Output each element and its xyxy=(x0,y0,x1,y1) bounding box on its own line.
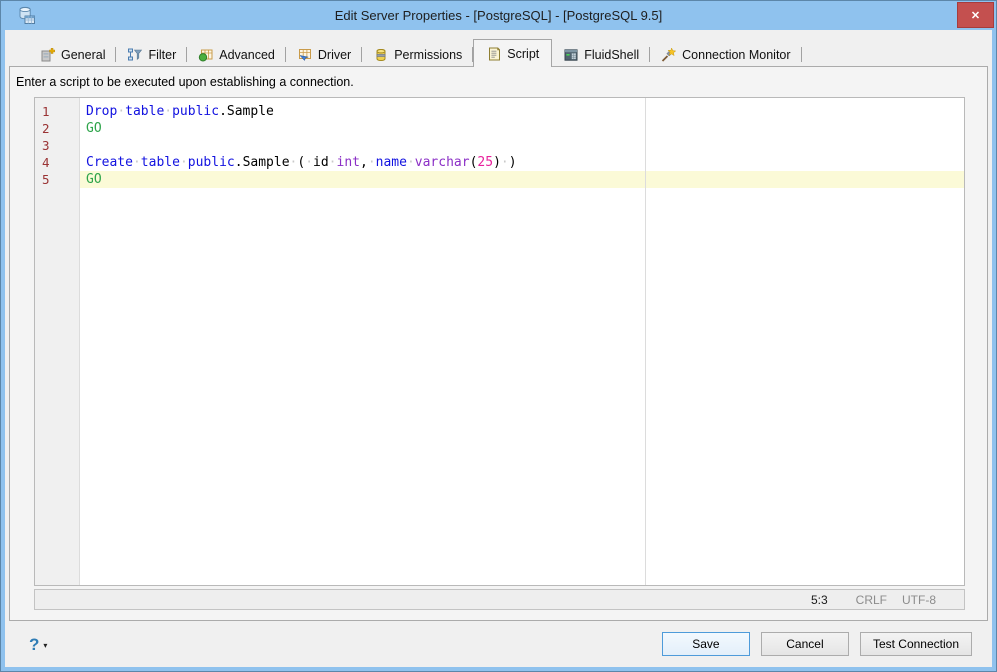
code-line[interactable] xyxy=(80,137,964,154)
code-token: , xyxy=(359,155,368,170)
code-line[interactable]: Drop·table·public.Sample xyxy=(80,103,964,120)
code-area[interactable]: Drop·table·public.Sample GO Create·table·p… xyxy=(80,98,964,585)
code-token: table xyxy=(140,155,180,170)
tab-filter[interactable]: Filter xyxy=(116,44,188,66)
save-button[interactable]: Save xyxy=(661,632,750,656)
whitespace-dot: · xyxy=(179,155,188,170)
database-server-icon xyxy=(16,5,37,26)
help-icon: ? xyxy=(29,634,40,654)
code-token: Drop xyxy=(86,104,118,119)
line-number: 1 xyxy=(42,104,50,119)
tab-advanced[interactable]: Advanced xyxy=(187,44,286,66)
connection-monitor-icon xyxy=(661,47,677,63)
fluidshell-icon xyxy=(563,47,579,63)
encoding-indicator: UTF-8 xyxy=(902,592,936,607)
code-token: GO xyxy=(86,172,102,187)
line-number: 3 xyxy=(42,138,50,153)
code-token: ) xyxy=(493,155,501,170)
tab-label: Driver xyxy=(317,48,352,62)
tab-label: Advanced xyxy=(219,48,275,62)
edit-server-properties-dialog: Edit Server Properties - [PostgreSQL] - … xyxy=(0,0,997,672)
footer-buttons: Save Cancel Test Connection xyxy=(661,632,972,656)
code-token: GO xyxy=(86,121,102,136)
driver-icon xyxy=(297,47,313,63)
tab-fluidshell[interactable]: FluidShell xyxy=(552,44,651,66)
whitespace-dot: · xyxy=(132,155,141,170)
code-token: . xyxy=(234,155,243,170)
help-menu-button[interactable]: ? ▾ xyxy=(29,636,47,653)
advanced-icon xyxy=(198,47,214,63)
instruction-text: Enter a script to be executed upon estab… xyxy=(16,75,354,89)
cancel-button[interactable]: Cancel xyxy=(760,632,849,656)
tab-label: Filter xyxy=(148,48,177,62)
code-token: ( xyxy=(297,155,306,170)
code-token: name xyxy=(375,155,407,170)
tab-label: Permissions xyxy=(394,48,463,62)
tab-script[interactable]: Script xyxy=(473,39,553,67)
tab-general[interactable]: General xyxy=(29,44,117,66)
dialog-body: General Filter Advanced Driver Permissions Sc… xyxy=(5,30,992,667)
line-number: 5 xyxy=(42,172,50,187)
whitespace-dot: · xyxy=(328,155,337,170)
window-title: Edit Server Properties - [PostgreSQL] - … xyxy=(334,8,663,23)
code-token: table xyxy=(125,104,165,119)
tab-permissions[interactable]: Permissions xyxy=(362,44,474,66)
test-connection-button[interactable]: Test Connection xyxy=(859,632,972,656)
tab-label: General xyxy=(61,48,106,62)
chevron-down-icon: ▾ xyxy=(43,641,48,650)
whitespace-dot: · xyxy=(500,155,509,170)
code-token: public xyxy=(172,104,220,119)
tab-label: Script xyxy=(507,46,540,61)
code-token: Sample xyxy=(226,104,274,119)
whitespace-dot: · xyxy=(305,155,314,170)
line-number-gutter: 1 2 3 4 5 xyxy=(35,98,80,585)
code-token: id xyxy=(313,155,329,170)
script-icon xyxy=(486,46,502,62)
code-token: 25 xyxy=(477,155,494,170)
code-token: Sample xyxy=(242,155,290,170)
line-number: 4 xyxy=(42,155,50,170)
whitespace-dot: · xyxy=(406,155,415,170)
code-token: varchar xyxy=(414,155,470,170)
line-ending-indicator: CRLF xyxy=(855,592,887,607)
code-token: . xyxy=(219,104,227,119)
code-token: Create xyxy=(86,155,133,170)
whitespace-dot: · xyxy=(117,104,126,119)
whitespace-dot: · xyxy=(367,155,376,170)
close-button[interactable]: ✕ xyxy=(957,2,994,28)
filter-icon xyxy=(127,47,143,63)
permissions-icon xyxy=(373,47,389,63)
tab-label: FluidShell xyxy=(584,48,640,62)
title-bar: Edit Server Properties - [PostgreSQL] - … xyxy=(1,1,996,30)
whitespace-dot: · xyxy=(164,104,173,119)
code-token: public xyxy=(187,155,235,170)
dialog-footer: ? ▾ Save Cancel Test Connection xyxy=(5,621,992,667)
tab-connection-monitor[interactable]: Connection Monitor xyxy=(650,44,802,66)
script-editor: 12345 Drop·table·public.Sample GO Create·t… xyxy=(34,97,965,586)
tab-driver[interactable]: Driver xyxy=(286,44,363,66)
script-tab-panel: Enter a script to be executed upon estab… xyxy=(9,66,988,621)
code-line[interactable]: GO xyxy=(80,120,964,137)
code-line[interactable]: GO xyxy=(80,171,964,188)
code-token: ) xyxy=(508,155,517,170)
code-line[interactable]: Create·table·public.Sample·(·id·int,·nam… xyxy=(80,154,964,171)
tab-label: Connection Monitor xyxy=(682,48,791,62)
tab-strip: General Filter Advanced Driver Permissions Sc… xyxy=(5,39,992,67)
line-number: 2 xyxy=(42,121,50,136)
caret-position: 5:3 xyxy=(810,592,828,607)
general-icon xyxy=(40,47,56,63)
code-token: int xyxy=(336,155,360,170)
editor-status-bar: 5:3 CRLF UTF-8 xyxy=(34,589,965,610)
